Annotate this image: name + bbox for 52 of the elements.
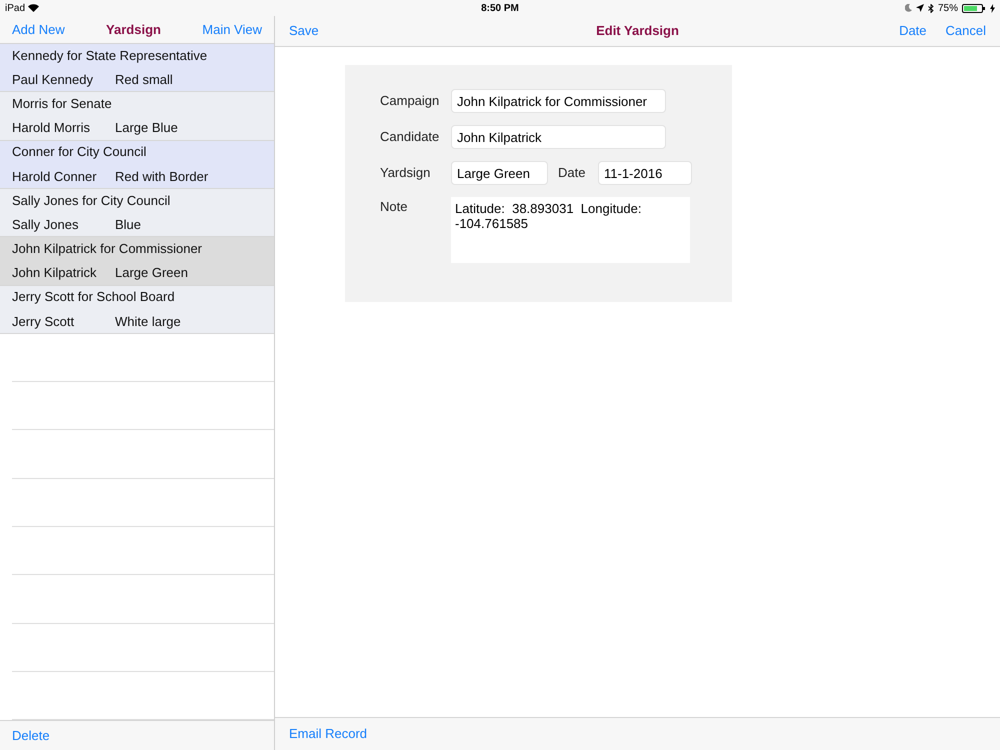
campaign-text: Morris for Senate — [12, 94, 113, 113]
battery-percent: 75% — [938, 2, 958, 16]
record-row[interactable]: Morris for Senate Harold Morris Large Blue — [0, 92, 274, 141]
device-name: iPad — [5, 2, 26, 16]
list-title: Yardsign — [106, 20, 161, 39]
bluetooth-icon — [928, 4, 934, 12]
yardsign-text: White large — [115, 312, 181, 331]
candidate-text: Sally Jones — [12, 216, 80, 234]
campaign-text: Kennedy for State Representative — [12, 46, 208, 65]
campaign-field[interactable]: John Kilpatrick for Commissioner — [451, 89, 666, 113]
record-row[interactable]: Conner for City Council Harold Conner Red with Border — [0, 140, 274, 189]
delete-button[interactable]: Delete — [12, 726, 50, 746]
moon-icon — [904, 4, 912, 12]
campaign-text: Jerry Scott for School Board — [12, 288, 176, 306]
field-label: Campaign — [380, 92, 440, 110]
note-field[interactable]: Latitude: 38.893031 Longitude: -104.761585 — [451, 197, 690, 263]
cancel-button[interactable]: Cancel — [946, 21, 986, 41]
candidate-text: Harold Morris — [12, 119, 92, 138]
candidate-text: Paul Kennedy — [12, 71, 94, 90]
detail-title: Edit Yardsign — [596, 22, 679, 40]
field-label: Note — [380, 198, 408, 216]
candidate-text: John Kilpatrick — [12, 264, 98, 282]
main-view-button[interactable]: Main View — [202, 20, 262, 40]
clock: 8:50 PM — [481, 2, 519, 16]
campaign-text: Conner for City Council — [12, 143, 148, 162]
date-button[interactable]: Date — [899, 21, 927, 41]
field-label: Yardsign — [380, 164, 432, 182]
yardsign-text: Red with Border — [115, 168, 208, 186]
candidate-field[interactable]: John Kilpatrick — [451, 125, 666, 149]
yardsign-text: Blue — [115, 216, 142, 234]
record-row[interactable]: Jerry Scott for School Board Jerry Scott White large — [0, 286, 274, 334]
charging-icon — [990, 4, 995, 12]
campaign-text: John Kilpatrick for Commissioner — [12, 240, 204, 258]
candidate-text: Jerry Scott — [12, 312, 76, 331]
yardsign-text: Large Green — [115, 264, 188, 282]
record-row[interactable]: Sally Jones for City Council Sally Jones Blue — [0, 188, 274, 238]
field-label: Candidate — [380, 128, 440, 146]
field-label: Date — [558, 164, 586, 182]
save-button[interactable]: Save — [289, 21, 319, 41]
wifi-icon — [28, 4, 40, 12]
date-field[interactable]: 11-1-2016 — [598, 161, 692, 185]
record-row[interactable]: John Kilpatrick for Commissioner John Kilpatrick Large Green — [0, 237, 274, 286]
yardsign-text: Large Blue — [115, 119, 178, 138]
record-row[interactable]: Kennedy for State Representative Paul Kennedy Red small — [0, 44, 274, 92]
battery-icon — [962, 4, 986, 12]
email-record-button[interactable]: Email Record — [289, 724, 368, 744]
yardsign-field[interactable]: Large Green — [451, 161, 548, 185]
yardsign-text: Red small — [115, 71, 173, 90]
add-new-button[interactable]: Add New — [12, 20, 65, 40]
campaign-text: Sally Jones for City Council — [12, 192, 172, 210]
location-arrow-icon — [916, 4, 924, 12]
candidate-text: Harold Conner — [12, 168, 98, 186]
